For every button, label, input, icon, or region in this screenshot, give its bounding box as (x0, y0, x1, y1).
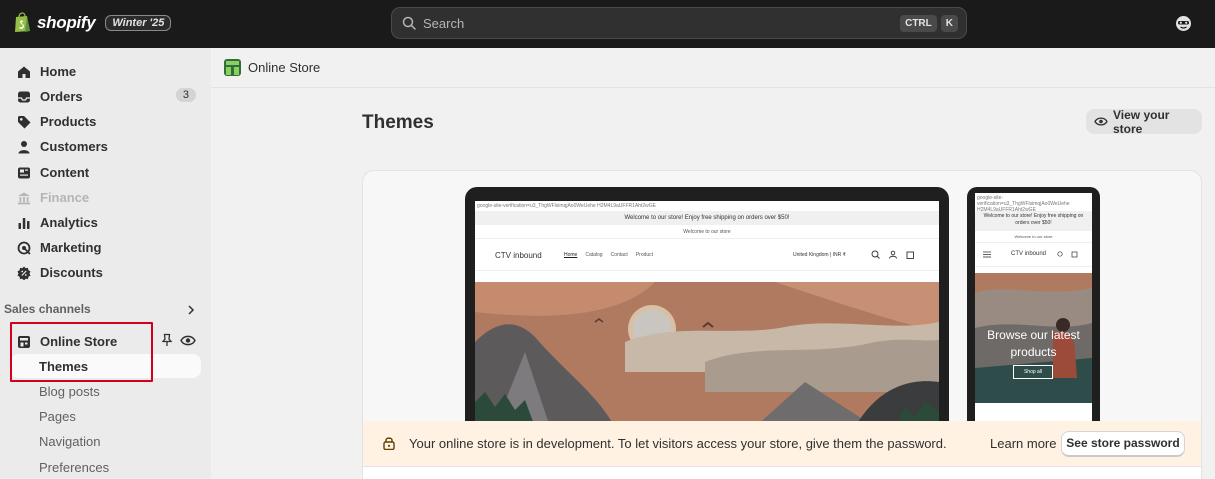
country-selector: United Kingdom | INR ₹ (793, 252, 846, 258)
notice-text: Your online store is in development. To … (409, 436, 947, 451)
subitem-label: Pages (39, 408, 76, 424)
sidebar-item-orders[interactable]: Orders 3 (10, 84, 201, 109)
sidebar-item-customers[interactable]: Customers (10, 134, 201, 159)
mobile-preview[interactable]: google-site-verification=u3_ThgWFlsimqjA… (967, 187, 1100, 427)
target-icon (17, 241, 31, 255)
home-icon (18, 66, 30, 78)
store-nav-link: Contact (610, 252, 628, 258)
store-name: CTV inbound (495, 251, 542, 260)
pin-icon[interactable] (160, 333, 174, 347)
mobile-store-name: CTV inbound (1011, 251, 1047, 257)
store-nav: Home Catalog Contact Product (564, 252, 653, 258)
subitem-label: Navigation (39, 433, 101, 449)
announcement-bar: Welcome to our store! Enjoy free shippin… (475, 211, 939, 225)
breadcrumb: Online Store (211, 48, 1215, 88)
sidebar-item-label: Customers (40, 139, 108, 154)
card-footer (363, 466, 1201, 479)
discount-icon (17, 266, 31, 280)
view-store-label: View your store (1112, 107, 1170, 136)
sidebar-item-label: Online Store (40, 334, 118, 349)
sidebar-item-label: Discounts (40, 265, 103, 280)
desktop-preview-screen: google-site-verification=u3_ThgWFlsimqjA… (475, 201, 939, 427)
shopify-logo[interactable]: shopify Winter '25 (14, 12, 172, 33)
shopify-bag-icon (15, 12, 30, 32)
store-nav-link: Catalog (585, 252, 603, 258)
sidebar-item-label: Marketing (40, 240, 102, 255)
subitem-label: Themes (39, 358, 89, 374)
mobile-verification-text: google-site-verification=u3_ThgWFlsimqjA… (977, 195, 1070, 211)
k-key: K (940, 15, 958, 32)
online-store-app-icon (224, 59, 241, 76)
sidebar-item-label: Home (40, 64, 77, 79)
sidebar-item-marketing[interactable]: Marketing (10, 235, 201, 260)
search-icon (402, 16, 416, 30)
view-store-button[interactable]: View your store (1086, 107, 1202, 136)
subitem-label: Blog posts (39, 383, 100, 399)
eye-icon (1094, 117, 1108, 126)
sidebar-item-products[interactable]: Products (10, 109, 201, 134)
mobile-announcement-bar: Welcome to our store! Enjoy free shippin… (975, 211, 1092, 231)
sales-channels-label: Sales channels (4, 302, 91, 316)
announcement-bar-secondary: Welcome to our store (475, 225, 939, 239)
sidebar: Home Orders 3 Products Customers Content… (0, 48, 211, 479)
bar-chart-icon (18, 217, 30, 229)
menu-icon (983, 251, 991, 258)
sidebar-subitem-themes[interactable]: Themes (10, 354, 201, 378)
sidebar-subitem-pages[interactable]: Pages (10, 404, 201, 428)
desktop-preview[interactable]: google-site-verification=u3_ThgWFlsimqjA… (465, 187, 949, 427)
search-placeholder: Search (423, 15, 465, 31)
see-store-password-button[interactable]: See store password (1061, 431, 1185, 457)
mobile-header-icons (1057, 251, 1078, 258)
sidebar-item-label: Products (40, 114, 97, 129)
store-icon (18, 335, 30, 348)
edition-badge: Winter '25 (105, 14, 172, 31)
eye-icon[interactable] (180, 334, 196, 347)
mobile-shop-all-button: Shop all (1013, 365, 1053, 379)
hero-illustration (475, 282, 939, 427)
sidebar-item-analytics[interactable]: Analytics (10, 210, 201, 235)
sidebar-item-home[interactable]: Home (10, 59, 201, 84)
top-bar: shopify Winter '25 Search CTRL K (0, 0, 1215, 48)
breadcrumb-online-store[interactable]: Online Store (248, 60, 320, 75)
search-input[interactable]: Search CTRL K (391, 7, 967, 39)
sidebar-item-discounts[interactable]: Discounts (10, 260, 201, 285)
tag-icon (18, 115, 31, 128)
sidebar-subitem-blog-posts[interactable]: Blog posts (10, 379, 201, 403)
store-nav-link: Product (635, 252, 654, 258)
sidebar-item-label: Orders (40, 89, 83, 104)
sidebar-item-label: Analytics (40, 215, 98, 230)
mobile-store-header: CTV inbound (975, 243, 1092, 267)
sidebar-item-content[interactable]: Content (10, 160, 201, 185)
user-circle-icon[interactable] (1175, 15, 1192, 32)
theme-preview-card: google-site-verification=u3_ThgWFlsimqjA… (362, 170, 1202, 479)
person-icon (18, 140, 30, 153)
page-title: Themes (362, 112, 434, 133)
store-nav-link: Home (564, 252, 578, 258)
development-notice: Your online store is in development. To … (363, 421, 1201, 466)
sidebar-subitem-preferences[interactable]: Preferences (10, 455, 201, 479)
chevron-right-icon[interactable] (186, 305, 196, 315)
mobile-hero-text: Browse our latest products (987, 328, 1080, 359)
store-header: CTV inbound Home Catalog Contact Product… (475, 239, 939, 271)
content-icon (18, 167, 30, 178)
store-header-icons (871, 250, 914, 259)
learn-more-link[interactable]: Learn more (990, 436, 1056, 451)
orders-count-badge: 3 (175, 88, 196, 102)
lock-icon (383, 437, 395, 450)
inbox-icon (18, 91, 30, 102)
bank-icon (18, 192, 30, 204)
main-content: Online Store Themes View your store goog… (211, 48, 1215, 479)
mobile-announcement-secondary: Welcome to our store (975, 231, 1092, 243)
subitem-label: Preferences (39, 459, 110, 475)
ctrl-key: CTRL (900, 15, 937, 32)
keyboard-shortcut: CTRL K (900, 15, 958, 32)
mobile-preview-screen: google-site-verification=u3_ThgWFlsimqjA… (975, 193, 1092, 427)
sidebar-item-finance[interactable]: Finance (10, 185, 201, 210)
verification-text: google-site-verification=u3_ThgWFlsimqjA… (477, 203, 657, 209)
sidebar-subitem-navigation[interactable]: Navigation (10, 429, 201, 453)
sidebar-item-label: Finance (40, 190, 90, 205)
sidebar-item-label: Content (40, 165, 90, 180)
brand-name: shopify (37, 12, 96, 32)
